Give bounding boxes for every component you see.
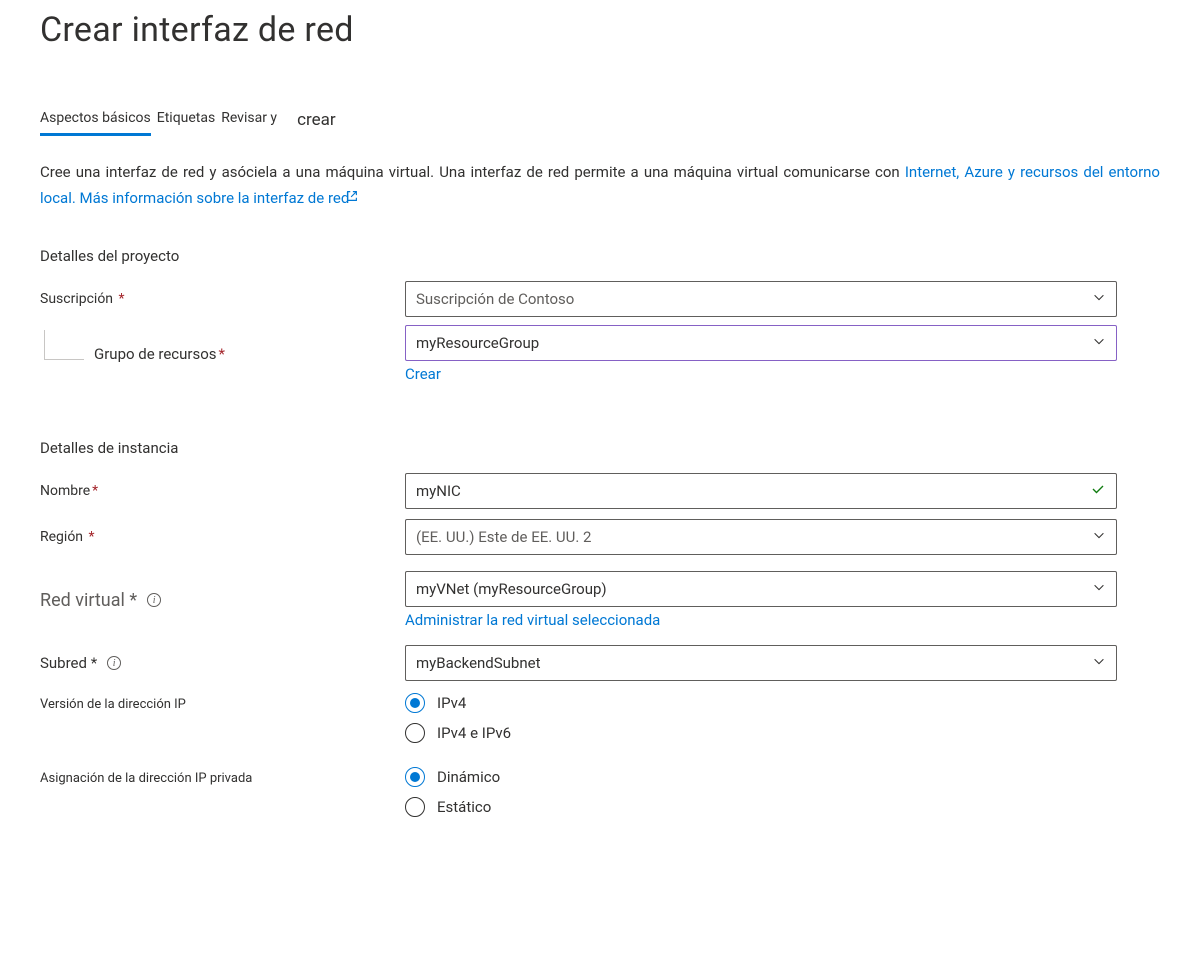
ip-version-ipv4ipv6-radio[interactable]: IPv4 e IPv6 xyxy=(405,723,1117,743)
tab-basics[interactable]: Aspectos básicos xyxy=(40,110,151,136)
name-label: Nombre* xyxy=(40,483,405,499)
ip-assignment-dynamic-radio[interactable]: Dinámico xyxy=(405,767,1117,787)
subnet-select[interactable]: myBackendSubnet xyxy=(405,645,1117,681)
tab-review[interactable]: Revisar y xyxy=(221,110,277,136)
section-project-details: Detalles del proyecto xyxy=(40,247,1160,265)
tab-create[interactable]: crear xyxy=(297,110,336,136)
chevron-down-icon xyxy=(1092,528,1106,546)
subnet-value: myBackendSubnet xyxy=(416,654,541,672)
required-asterisk: * xyxy=(119,291,125,307)
radio-icon xyxy=(405,693,425,713)
subnet-label: Subred * i xyxy=(40,654,405,672)
chevron-down-icon xyxy=(1092,580,1106,598)
ip-assignment-label: Asignación de la dirección IP privada xyxy=(40,767,405,786)
ip-version-radio-group: IPv4 IPv4 e IPv6 xyxy=(405,693,1117,743)
required-asterisk: * xyxy=(89,529,95,545)
radio-label: Estático xyxy=(437,798,491,816)
chevron-down-icon xyxy=(1092,334,1106,352)
create-resource-group-link[interactable]: Crear xyxy=(405,365,1117,383)
ip-assignment-radio-group: Dinámico Estático xyxy=(405,767,1117,817)
resource-group-select[interactable]: myResourceGroup xyxy=(405,325,1117,361)
info-icon[interactable]: i xyxy=(147,593,161,607)
intro-link[interactable]: Más información sobre la interfaz de red xyxy=(80,189,350,207)
vnet-select[interactable]: myVNet (myResourceGroup) xyxy=(405,571,1117,607)
radio-icon xyxy=(405,723,425,743)
tab-tags[interactable]: Etiquetas xyxy=(157,110,215,136)
resource-group-value: myResourceGroup xyxy=(416,334,539,352)
radio-label: Dinámico xyxy=(437,768,500,786)
region-select[interactable]: (EE. UU.) Este de EE. UU. 2 xyxy=(405,519,1117,555)
vnet-value: myVNet (myResourceGroup) xyxy=(416,580,607,598)
radio-icon xyxy=(405,767,425,787)
subscription-label: Suscripción * xyxy=(40,291,405,307)
ip-assignment-static-radio[interactable]: Estático xyxy=(405,797,1117,817)
vnet-label: Red virtual * i xyxy=(40,590,405,611)
radio-icon xyxy=(405,797,425,817)
required-asterisk: * xyxy=(92,483,98,499)
tab-bar: Aspectos básicos Etiquetas Revisar y cre… xyxy=(40,110,1160,136)
page-title: Crear interfaz de red xyxy=(40,10,1160,50)
tree-connector-icon xyxy=(44,330,84,360)
ip-version-ipv4-radio[interactable]: IPv4 xyxy=(405,693,1117,713)
ip-version-label: Versión de la dirección IP xyxy=(40,693,405,712)
external-link-icon xyxy=(345,186,359,212)
region-value: (EE. UU.) Este de EE. UU. 2 xyxy=(416,528,591,546)
manage-vnet-link[interactable]: Administrar la red virtual seleccionada xyxy=(405,611,1117,629)
intro-text-1: Cree una interfaz de red y asóciela a un… xyxy=(40,163,905,181)
region-label: Región * xyxy=(40,529,405,545)
info-icon[interactable]: i xyxy=(107,656,121,670)
subscription-value: Suscripción de Contoso xyxy=(416,290,574,308)
chevron-down-icon xyxy=(1092,290,1106,308)
intro-text: Cree una interfaz de red y asóciela a un… xyxy=(40,160,1160,211)
name-value: myNIC xyxy=(416,482,461,500)
radio-label: IPv4 e IPv6 xyxy=(437,724,511,742)
section-instance-details: Detalles de instancia xyxy=(40,439,1160,457)
chevron-down-icon xyxy=(1092,654,1106,672)
name-input[interactable]: myNIC xyxy=(405,473,1117,509)
subscription-select[interactable]: Suscripción de Contoso xyxy=(405,281,1117,317)
resource-group-label: Grupo de recursos* xyxy=(94,345,225,363)
required-asterisk: * xyxy=(219,345,225,363)
radio-label: IPv4 xyxy=(437,694,466,712)
checkmark-icon xyxy=(1090,481,1106,501)
